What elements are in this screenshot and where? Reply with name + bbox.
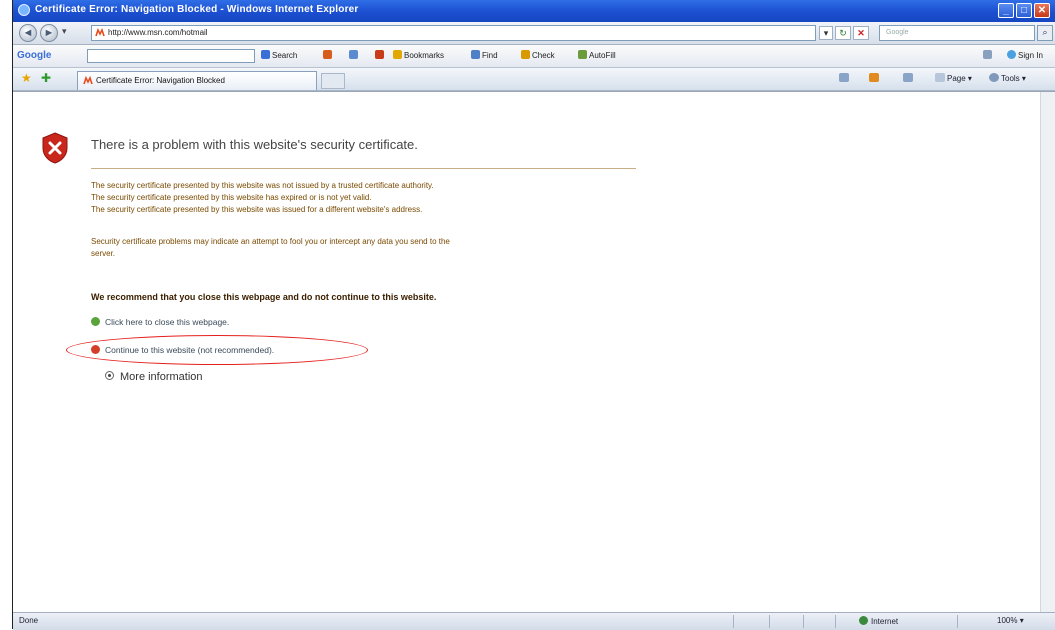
globe-icon (859, 616, 868, 625)
popup-blocker-button[interactable] (349, 50, 360, 60)
google-logo: Google (17, 50, 52, 61)
tools-icon (989, 73, 999, 82)
search-icon (261, 50, 270, 59)
google-toolbar: Google Search Bookmarks Find Check AutoF… (13, 45, 1055, 68)
green-shield-icon (91, 317, 100, 326)
signin-button[interactable]: Sign In (1007, 50, 1043, 60)
maximize-button[interactable]: □ (1016, 3, 1032, 18)
tab-certificate-error[interactable]: Certificate Error: Navigation Blocked (77, 71, 317, 90)
tab-label: Certificate Error: Navigation Blocked (96, 76, 225, 85)
address-bar-row: ◄ ► ▾ http://www.msn.com/hotmail ▾ ↻ ✕ G… (13, 22, 1055, 45)
shield-error-icon (42, 132, 68, 164)
reason-untrusted: The security certificate presented by th… (91, 181, 434, 190)
url-text: http://www.msn.com/hotmail (108, 28, 208, 37)
bookmarks-button[interactable]: Bookmarks (393, 50, 444, 60)
reason-mismatch: The security certificate presented by th… (91, 205, 423, 214)
feeds-button[interactable] (869, 73, 881, 83)
google-search-input[interactable] (87, 49, 255, 63)
translate-button[interactable] (375, 50, 386, 60)
star-icon (393, 50, 402, 59)
refresh-button[interactable]: ↻ (835, 26, 851, 40)
pagerank-button[interactable] (323, 50, 334, 60)
page-menu-button[interactable]: Page ▾ (935, 73, 972, 83)
history-dropdown-button[interactable]: ▾ (62, 26, 67, 37)
search-placeholder: Google (886, 29, 909, 36)
warning-text: Security certificate problems may indica… (91, 237, 450, 246)
search-go-button[interactable]: ⌕ (1037, 25, 1053, 41)
security-zone: Internet (859, 616, 898, 626)
home-button[interactable] (839, 73, 851, 83)
popup-icon (349, 50, 358, 59)
minimize-button[interactable]: _ (998, 3, 1014, 18)
window-title: Certificate Error: Navigation Blocked - … (35, 4, 359, 15)
back-button[interactable]: ◄ (19, 24, 37, 42)
recommendation-text: We recommend that you close this webpage… (91, 292, 437, 302)
wrench-icon (983, 50, 992, 59)
close-webpage-link[interactable]: Click here to close this webpage. (91, 317, 229, 327)
zoom-level-button[interactable]: 100% ▾ (997, 616, 1024, 625)
pagerank-icon (323, 50, 332, 59)
browser-window: Certificate Error: Navigation Blocked - … (12, 0, 1055, 630)
url-dropdown-button[interactable]: ▾ (819, 26, 833, 40)
google-search-button[interactable]: Search (261, 50, 297, 60)
find-button[interactable]: Find (471, 50, 498, 60)
reason-expired: The security certificate presented by th… (91, 193, 372, 202)
status-bar: Done Internet 100% ▾ (13, 612, 1055, 630)
feeds-icon (869, 73, 879, 82)
favorites-center-button[interactable]: ★ (21, 72, 32, 84)
title-bar: Certificate Error: Navigation Blocked - … (13, 0, 1055, 22)
find-icon (471, 50, 480, 59)
ie-logo-icon (18, 4, 30, 16)
status-text: Done (19, 616, 39, 625)
add-favorites-button[interactable]: ✚ (41, 72, 51, 84)
highlight-ellipse (66, 335, 368, 365)
tab-bar: ★ ✚ Certificate Error: Navigation Blocke… (13, 68, 1055, 91)
check-button[interactable]: Check (521, 50, 555, 60)
page-title: There is a problem with this website's s… (91, 137, 418, 152)
warning-text-cont: server. (91, 249, 116, 258)
autofill-icon (578, 50, 587, 59)
page-content: There is a problem with this website's s… (13, 91, 1055, 613)
msn-favicon-icon (83, 76, 93, 85)
msn-favicon-icon (95, 28, 105, 37)
autofill-button[interactable]: AutoFill (578, 50, 616, 60)
tools-menu-button[interactable]: Tools ▾ (989, 73, 1026, 83)
close-window-button[interactable]: ✕ (1034, 3, 1050, 18)
forward-button[interactable]: ► (40, 24, 58, 42)
toolbar-settings-button[interactable] (983, 50, 994, 60)
page-icon (935, 73, 945, 82)
translate-icon (375, 50, 384, 59)
search-input[interactable]: Google (879, 25, 1035, 41)
stop-button[interactable]: ✕ (853, 26, 869, 40)
url-input[interactable]: http://www.msn.com/hotmail (91, 25, 816, 41)
new-tab-button[interactable] (321, 73, 345, 89)
print-button[interactable] (903, 73, 915, 83)
expand-icon (105, 371, 114, 380)
more-information-toggle[interactable]: More information (105, 371, 203, 383)
check-icon (521, 50, 530, 59)
user-icon (1007, 50, 1016, 59)
vertical-scrollbar[interactable] (1040, 92, 1055, 613)
print-icon (903, 73, 913, 82)
divider (91, 168, 636, 169)
home-icon (839, 73, 849, 82)
